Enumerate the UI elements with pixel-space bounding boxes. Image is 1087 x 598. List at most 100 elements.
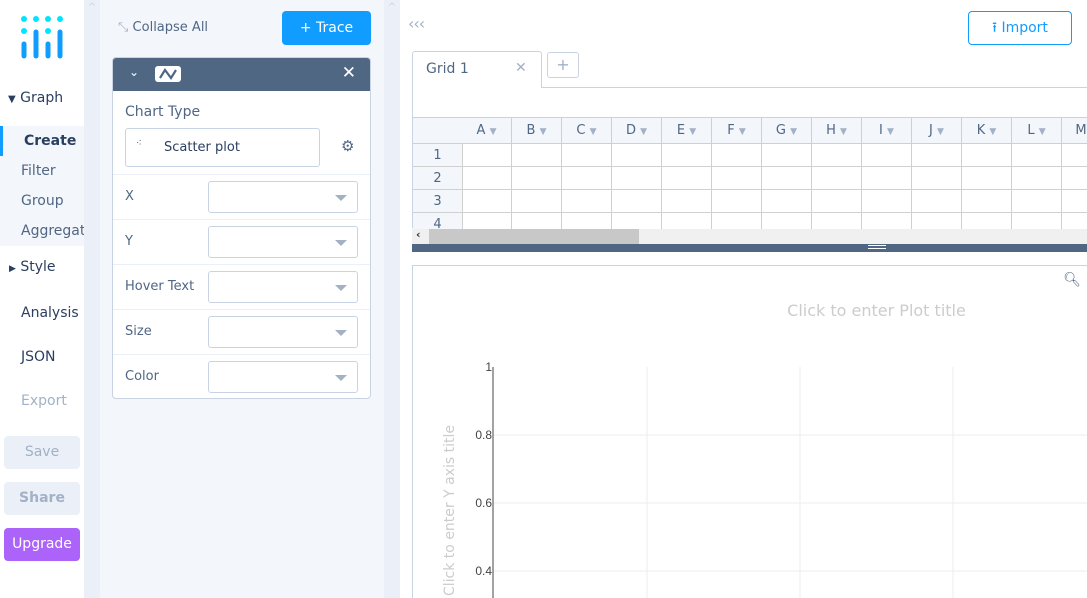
grid-cell[interactable] (962, 144, 1012, 167)
grid-cell[interactable] (1012, 167, 1062, 190)
grid-cell[interactable] (912, 190, 962, 213)
grid-cell[interactable] (712, 190, 762, 213)
grid-cell[interactable] (512, 190, 562, 213)
grid-cell[interactable] (612, 144, 662, 167)
save-button[interactable]: Save (4, 436, 80, 469)
column-header[interactable]: L ▼ (1012, 118, 1062, 144)
grid-cell[interactable] (512, 213, 562, 229)
column-header[interactable]: I ▼ (862, 118, 912, 144)
grid-cell[interactable] (962, 167, 1012, 190)
column-menu-icon[interactable]: ▼ (1039, 127, 1046, 137)
grid-cell[interactable] (662, 167, 712, 190)
size-dropdown[interactable] (208, 316, 358, 348)
row-header[interactable]: 3 (413, 190, 463, 213)
grid-cell[interactable] (912, 167, 962, 190)
y-dropdown[interactable] (208, 226, 358, 258)
collapse-panel-button[interactable]: ‹‹‹ (408, 14, 425, 33)
hover-text-dropdown[interactable] (208, 271, 358, 303)
column-menu-icon[interactable]: ▼ (640, 127, 647, 137)
grid-cell[interactable] (1012, 190, 1062, 213)
grid-cell[interactable] (562, 190, 612, 213)
nav-analysis[interactable]: Analysis (0, 305, 84, 321)
grid-cell[interactable] (562, 213, 612, 229)
scrollbar-thumb[interactable] (429, 229, 639, 244)
column-header[interactable]: F ▼ (712, 118, 762, 144)
grid-horizontal-scrollbar[interactable]: ‹ (412, 228, 1087, 244)
nav-graph[interactable]: ▼ Graph (0, 90, 84, 106)
plot-title[interactable]: Click to enter Plot title (413, 301, 1087, 320)
grid-cell[interactable] (562, 167, 612, 190)
grid-cell[interactable] (612, 190, 662, 213)
grid-cell[interactable] (862, 144, 912, 167)
column-menu-icon[interactable]: ▼ (689, 127, 696, 137)
grid-cell[interactable] (862, 213, 912, 229)
column-header[interactable]: A ▼ (462, 118, 512, 144)
grid-cell[interactable] (712, 213, 762, 229)
grid-cell[interactable] (1062, 144, 1087, 167)
column-menu-icon[interactable]: ▼ (490, 127, 497, 137)
add-tab-button[interactable]: + (547, 52, 579, 78)
import-button[interactable]: ⭱ Import (968, 11, 1072, 45)
grid-cell[interactable] (912, 144, 962, 167)
grid-cell[interactable] (862, 167, 912, 190)
grid-cell[interactable] (962, 190, 1012, 213)
grid-cell[interactable] (462, 213, 512, 229)
scroll-up-icon[interactable]: ^ (84, 2, 100, 13)
logo-icon[interactable] (20, 16, 64, 60)
add-trace-button[interactable]: + Trace (282, 11, 371, 45)
row-header[interactable]: 2 (413, 167, 463, 190)
grid-cell[interactable] (762, 144, 812, 167)
chevron-down-icon[interactable]: ⌄ (129, 65, 139, 79)
nav-group[interactable]: Group (0, 186, 84, 216)
close-tab-icon[interactable]: ✕ (515, 60, 527, 76)
grid-cell[interactable] (1062, 190, 1087, 213)
column-menu-icon[interactable]: ▼ (739, 127, 746, 137)
grid-cell[interactable] (812, 213, 862, 229)
chart-type-select[interactable]: ⁖ Scatter plot (125, 128, 320, 167)
column-header[interactable]: D ▼ (612, 118, 662, 144)
column-menu-icon[interactable]: ▼ (840, 127, 847, 137)
resize-divider[interactable] (412, 244, 1087, 252)
column-header[interactable]: H ▼ (812, 118, 862, 144)
tab-grid-1[interactable]: Grid 1 ✕ (412, 51, 542, 88)
column-header[interactable]: M ▼ (1062, 118, 1087, 144)
column-header[interactable]: C ▼ (562, 118, 612, 144)
column-menu-icon[interactable]: ▼ (790, 127, 797, 137)
zoom-icon[interactable]: 🔍︎ (1063, 272, 1081, 288)
nav-create[interactable]: Create (0, 126, 84, 156)
close-icon[interactable]: ✕ (342, 63, 356, 83)
grid-cell[interactable] (662, 213, 712, 229)
grid-cell[interactable] (1012, 144, 1062, 167)
column-header[interactable]: G ▼ (762, 118, 812, 144)
nav-json[interactable]: JSON (0, 349, 84, 365)
column-menu-icon[interactable]: ▼ (887, 127, 894, 137)
column-header[interactable]: B ▼ (512, 118, 562, 144)
grid-cell[interactable] (462, 190, 512, 213)
row-header[interactable]: 1 (413, 144, 463, 167)
grid-cell[interactable] (612, 167, 662, 190)
grid-cell[interactable] (962, 213, 1012, 229)
scroll-left-icon[interactable]: ‹ (416, 228, 421, 241)
grid-cell[interactable] (1062, 213, 1087, 229)
nav-filter[interactable]: Filter (0, 156, 84, 186)
upgrade-button[interactable]: Upgrade (4, 528, 80, 561)
plot-area[interactable]: 1 0.8 0.6 0.4 🔍︎ Click to enter Plot title … (412, 265, 1087, 598)
grid-cell[interactable] (812, 144, 862, 167)
x-dropdown[interactable] (208, 181, 358, 213)
grid-cell[interactable] (1012, 213, 1062, 229)
column-header[interactable]: E ▼ (662, 118, 712, 144)
gear-icon[interactable]: ⚙ (341, 137, 354, 155)
share-button[interactable]: Share (4, 482, 80, 515)
column-menu-icon[interactable]: ▼ (989, 127, 996, 137)
grid-cell[interactable] (662, 144, 712, 167)
grid-cell[interactable] (912, 213, 962, 229)
nav-scrollbar[interactable]: ^ (84, 0, 100, 598)
y-axis-title[interactable]: Click to enter Y axis title (441, 425, 459, 596)
grid-cell[interactable] (1062, 167, 1087, 190)
grid-cell[interactable] (462, 167, 512, 190)
nav-aggregate[interactable]: Aggregate (0, 216, 94, 246)
grid-cell[interactable] (512, 167, 562, 190)
column-header[interactable]: J ▼ (912, 118, 962, 144)
column-menu-icon[interactable]: ▼ (540, 127, 547, 137)
column-menu-icon[interactable]: ▼ (937, 127, 944, 137)
